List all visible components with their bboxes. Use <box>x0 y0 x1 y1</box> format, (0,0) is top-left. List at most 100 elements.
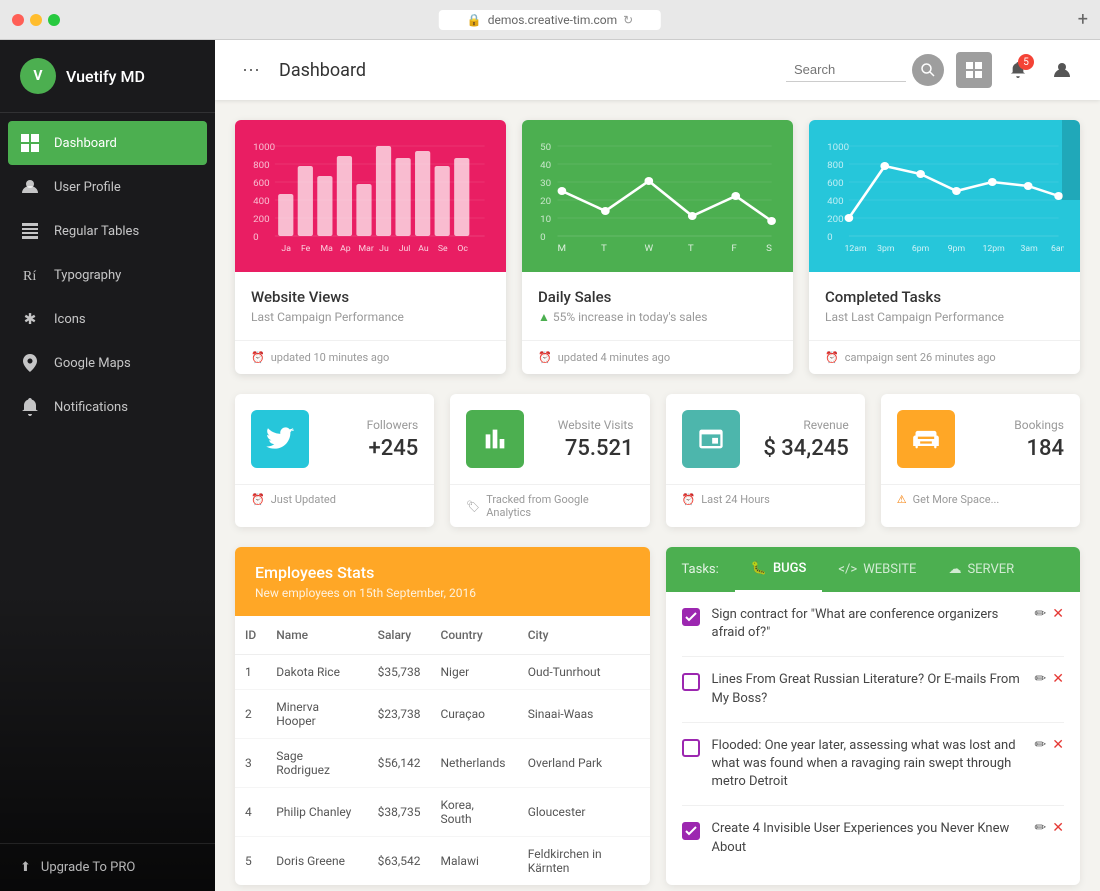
svg-text:400: 400 <box>253 196 269 207</box>
tab-server[interactable]: ☁ SERVER <box>932 547 1030 592</box>
refresh-icon[interactable]: ↻ <box>623 13 633 27</box>
visits-icon <box>466 410 524 468</box>
task-checkbox-3[interactable] <box>682 739 700 757</box>
svg-text:0: 0 <box>540 232 545 243</box>
upgrade-footer[interactable]: ⬆ Upgrade To PRO <box>0 843 215 891</box>
completed-tasks-title: Completed Tasks <box>825 288 1064 306</box>
task-edit-2[interactable]: ✏ <box>1035 671 1047 687</box>
sidebar-nav: Dashboard User Profile <box>0 113 215 843</box>
twitter-info: Followers +245 <box>323 418 418 461</box>
svg-text:0: 0 <box>827 232 832 243</box>
daily-sales-footer: ⏰ updated 4 minutes ago <box>522 340 793 374</box>
daily-sales-footer-text: updated 4 minutes ago <box>558 351 670 364</box>
website-views-footer-text: updated 10 minutes ago <box>271 351 390 364</box>
task-edit-4[interactable]: ✏ <box>1035 820 1047 836</box>
minimize-dot[interactable] <box>30 14 42 26</box>
sidebar-item-typography[interactable]: Rí Typography <box>0 253 215 297</box>
user-profile-button[interactable] <box>1044 52 1080 88</box>
sidebar-item-label: Icons <box>54 312 86 327</box>
svg-text:20: 20 <box>540 196 551 207</box>
tab-website[interactable]: </> WEBSITE <box>822 547 932 592</box>
topbar-actions: 5 <box>956 52 1080 88</box>
daily-sales-card: 50 40 30 20 10 0 <box>522 120 793 374</box>
tab-bugs[interactable]: 🐛 BUGS <box>735 547 823 592</box>
task-checkbox-4[interactable] <box>682 822 700 840</box>
upgrade-label: Upgrade To PRO <box>41 860 135 875</box>
grid-view-button[interactable] <box>956 52 992 88</box>
svg-text:Ja: Ja <box>281 244 291 254</box>
svg-text:6am: 6am <box>1051 244 1064 254</box>
task-delete-3[interactable]: ✕ <box>1052 737 1064 753</box>
svg-text:S: S <box>766 243 772 254</box>
daily-sales-body: Daily Sales ▲ 55% increase in today's sa… <box>522 272 793 340</box>
cell-name: Sage Rodriguez <box>266 739 367 788</box>
sidebar: V Vuetify MD Dashboard <box>0 40 215 891</box>
browser-url-bar[interactable]: 🔒 demos.creative-tim.com ↻ <box>439 10 661 30</box>
task-edit-1[interactable]: ✏ <box>1035 606 1047 622</box>
close-dot[interactable] <box>12 14 24 26</box>
stats-row: Followers +245 ⏰ Just Updated <box>235 394 1080 527</box>
notifications-button[interactable]: 5 <box>1000 52 1036 88</box>
employees-table-wrapper: ID Name Salary Country City 1 <box>235 616 650 885</box>
bookings-footer-text: Get More Space... <box>913 493 1000 506</box>
task-actions-4: ✏ ✕ <box>1035 820 1064 836</box>
svg-text:F: F <box>731 243 736 254</box>
app-container: V Vuetify MD Dashboard <box>0 40 1100 891</box>
task-actions-3: ✏ ✕ <box>1035 737 1064 753</box>
stat-card-top-revenue: Revenue $ 34,245 <box>666 394 865 484</box>
task-delete-1[interactable]: ✕ <box>1052 606 1064 622</box>
svg-text:200: 200 <box>827 214 843 225</box>
svg-text:600: 600 <box>827 178 843 189</box>
svg-text:0: 0 <box>253 232 258 243</box>
new-tab-button[interactable]: + <box>1078 9 1088 30</box>
table-row: 1 Dakota Rice $35,738 Niger Oud-Tunrhout <box>235 655 650 690</box>
sidebar-item-google-maps[interactable]: Google Maps <box>0 341 215 385</box>
website-views-card: 1000 800 600 400 200 0 <box>235 120 506 374</box>
charts-row: 1000 800 600 400 200 0 <box>235 120 1080 374</box>
bookings-icon <box>897 410 955 468</box>
task-checkbox-1[interactable] <box>682 608 700 626</box>
search-input[interactable] <box>786 58 906 82</box>
sidebar-item-icons[interactable]: ✱ Icons <box>0 297 215 341</box>
completed-tasks-body: Completed Tasks Last Last Campaign Perfo… <box>809 272 1080 340</box>
sidebar-item-label: Regular Tables <box>54 224 139 239</box>
sidebar-item-regular-tables[interactable]: Regular Tables <box>0 209 215 253</box>
task-delete-4[interactable]: ✕ <box>1052 820 1064 836</box>
svg-text:T: T <box>688 243 694 254</box>
daily-sales-subtitle: ▲ 55% increase in today's sales <box>538 310 777 324</box>
cell-id: 2 <box>235 690 266 739</box>
content-area: 1000 800 600 400 200 0 <box>215 100 1100 891</box>
task-checkbox-2[interactable] <box>682 673 700 691</box>
page-title: Dashboard <box>279 60 366 81</box>
stat-card-top-twitter: Followers +245 <box>235 394 434 484</box>
sidebar-item-notifications[interactable]: Notifications <box>0 385 215 429</box>
task-edit-3[interactable]: ✏ <box>1035 737 1047 753</box>
website-views-subtitle: Last Campaign Performance <box>251 310 490 324</box>
maximize-dot[interactable] <box>48 14 60 26</box>
warning-icon: ⚠ <box>897 493 907 506</box>
cell-salary: $35,738 <box>368 655 431 690</box>
cell-name: Minerva Hooper <box>266 690 367 739</box>
upgrade-icon: ⬆ <box>20 860 31 875</box>
task-item-4: Create 4 Invisible User Experiences you … <box>682 806 1065 870</box>
sidebar-item-dashboard[interactable]: Dashboard <box>8 121 207 165</box>
tab-bugs-label: BUGS <box>773 561 806 576</box>
task-actions-1: ✏ ✕ <box>1035 606 1064 622</box>
stat-card-visits: Website Visits 75.521 🏷 Tracked from Goo… <box>450 394 649 527</box>
task-delete-2[interactable]: ✕ <box>1052 671 1064 687</box>
menu-button[interactable]: ⋯ <box>235 54 267 86</box>
svg-text:Ap: Ap <box>340 244 351 254</box>
sidebar-item-user-profile[interactable]: User Profile <box>0 165 215 209</box>
revenue-icon <box>682 410 740 468</box>
twitter-icon <box>251 410 309 468</box>
bug-icon: 🐛 <box>751 561 767 576</box>
cell-name: Dakota Rice <box>266 655 367 690</box>
cell-salary: $63,542 <box>368 837 431 886</box>
twitter-label: Followers <box>323 418 418 432</box>
tasks-tabs: 🐛 BUGS </> WEBSITE ☁ SERVER <box>735 547 1080 592</box>
stat-card-bookings: Bookings 184 ⚠ Get More Space... <box>881 394 1080 527</box>
cell-id: 1 <box>235 655 266 690</box>
table-row: 5 Doris Greene $63,542 Malawi Feldkirche… <box>235 837 650 886</box>
search-button[interactable] <box>912 54 944 86</box>
visits-footer-text: Tracked from Google Analytics <box>486 493 633 519</box>
